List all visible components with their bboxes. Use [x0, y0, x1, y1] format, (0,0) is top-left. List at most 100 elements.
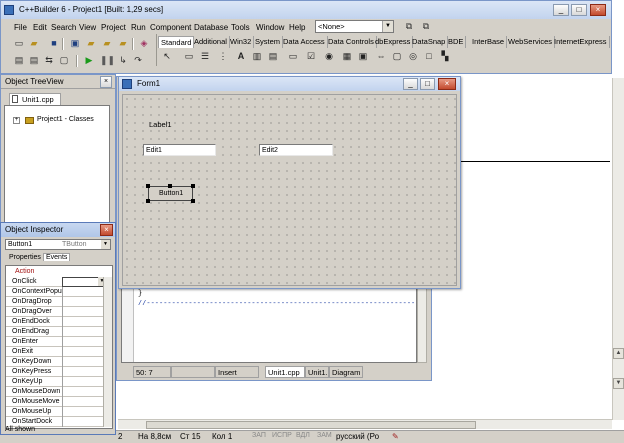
open-project-icon[interactable]: ▰: [84, 36, 98, 50]
config-dropdown[interactable]: <None> ▼: [315, 20, 394, 33]
selection-handle[interactable]: [191, 184, 195, 188]
menu-run[interactable]: Run: [131, 22, 146, 33]
word-status-mode-ext[interactable]: ВДЛ: [296, 432, 310, 439]
palette-tab-datasnap[interactable]: DataSnap: [410, 36, 449, 48]
palette-tab-bde[interactable]: BDE: [446, 36, 467, 48]
word-status-mode-rec[interactable]: ЗАП: [252, 432, 266, 439]
inspector-category-action[interactable]: Action: [15, 268, 34, 275]
toggle-form-unit-icon[interactable]: ⇆: [42, 53, 56, 67]
form-button1[interactable]: Button1: [148, 186, 193, 201]
menu-edit[interactable]: Edit: [33, 22, 47, 33]
popupmenu-icon[interactable]: ⋮: [216, 50, 230, 63]
scrollbar-icon[interactable]: ⇔: [374, 50, 388, 63]
event-row[interactable]: OnEndDrag: [6, 327, 112, 337]
save-all-icon[interactable]: ▣: [68, 36, 82, 50]
menu-project[interactable]: Project: [101, 22, 126, 33]
menu-view[interactable]: View: [79, 22, 96, 33]
expand-icon[interactable]: +: [13, 117, 20, 124]
edit-icon[interactable]: ▥: [250, 50, 264, 63]
palette-tab-system[interactable]: System: [253, 36, 284, 48]
new-form-icon[interactable]: ▢: [57, 53, 71, 67]
event-row[interactable]: OnContextPopu: [6, 287, 112, 297]
label-icon[interactable]: A: [234, 50, 248, 63]
editor-tab-unit1-h[interactable]: Unit1.h: [305, 366, 329, 378]
palette-tab-standard[interactable]: Standard: [158, 36, 195, 48]
mdi-window-icon[interactable]: ⧉: [402, 19, 416, 33]
event-row[interactable]: OnKeyDown: [6, 357, 112, 367]
memo-icon[interactable]: ▤: [266, 50, 280, 63]
frame-icon[interactable]: ▭: [182, 50, 196, 63]
event-row[interactable]: OnDragOver: [6, 307, 112, 317]
actionlist-icon[interactable]: ▚: [438, 50, 452, 63]
selection-handle[interactable]: [168, 184, 172, 188]
event-row[interactable]: OnExit: [6, 347, 112, 357]
selection-handle[interactable]: [146, 199, 150, 203]
event-row[interactable]: OnKeyPress: [6, 367, 112, 377]
event-row[interactable]: OnEndDock: [6, 317, 112, 327]
inspector-tab-events[interactable]: Events: [43, 253, 71, 261]
palette-tab-internetexpress[interactable]: InternetExpress: [552, 36, 610, 48]
groupbox-icon[interactable]: ▢: [390, 50, 404, 63]
palette-tab-webservices[interactable]: WebServices: [506, 36, 556, 48]
palette-tab-data-controls[interactable]: Data Controls: [326, 36, 377, 48]
pointer-icon[interactable]: ↖: [160, 50, 174, 63]
document-horizontal-scrollbar[interactable]: [118, 419, 612, 429]
inspector-tab-properties[interactable]: Properties: [9, 254, 41, 261]
view-unit-icon[interactable]: ▤: [12, 53, 26, 67]
editor-tab-diagram[interactable]: Diagram: [329, 366, 363, 378]
form1-maximize-button[interactable]: □: [420, 78, 435, 90]
tree-item-project[interactable]: Project1 - Classes: [37, 116, 94, 123]
run-icon[interactable]: ▶: [82, 53, 96, 67]
treeview-tab[interactable]: Unit1.cpp: [9, 93, 61, 105]
menu-file[interactable]: File: [14, 22, 27, 33]
event-row-onclick[interactable]: OnClick ▼: [6, 277, 112, 287]
menu-search[interactable]: Search: [51, 22, 76, 33]
mdi-window-icon-2[interactable]: ⧉: [419, 19, 433, 33]
palette-tab-dbexpress[interactable]: dbExpress: [373, 36, 414, 48]
help-icon[interactable]: ◈: [137, 36, 151, 50]
radiobutton-icon[interactable]: ◉: [322, 50, 336, 63]
selection-handle[interactable]: [191, 199, 195, 203]
selection-handle[interactable]: [146, 184, 150, 188]
palette-tab-interbase[interactable]: InterBase: [470, 36, 508, 48]
menu-help[interactable]: Help: [289, 22, 305, 33]
form1-close-button[interactable]: ×: [438, 78, 456, 90]
document-scroll-thumb[interactable]: [146, 421, 476, 429]
menu-database[interactable]: Database: [194, 22, 228, 33]
form-label1[interactable]: Label1: [149, 120, 172, 129]
event-row[interactable]: OnEnter: [6, 337, 112, 347]
code-editor-scrollbar[interactable]: [417, 287, 427, 363]
pause-icon[interactable]: ❚❚: [100, 53, 115, 67]
palette-tab-win32[interactable]: Win32: [228, 36, 255, 48]
form1-design-surface[interactable]: Label1 Edit1 Edit2 Button1: [122, 94, 457, 286]
inspector-object-selector[interactable]: Button1 TButton ▼: [5, 239, 111, 250]
event-row[interactable]: OnMouseDown: [6, 387, 112, 397]
radiogroup-icon[interactable]: ◎: [406, 50, 420, 63]
new-icon[interactable]: ▭: [12, 36, 26, 50]
treeview-tree[interactable]: + Project1 - Classes: [4, 105, 110, 227]
event-row[interactable]: OnDragDrop: [6, 297, 112, 307]
document-vertical-scrollbar[interactable]: ▲ ▼: [612, 78, 624, 420]
word-status-mode-track[interactable]: ИСПР: [272, 432, 292, 439]
event-row[interactable]: OnMouseUp: [6, 407, 112, 417]
panel-icon[interactable]: □: [422, 50, 436, 63]
main-close-button[interactable]: ×: [590, 4, 606, 16]
form1-minimize-button[interactable]: _: [403, 78, 418, 90]
treeview-close-button[interactable]: ×: [100, 76, 112, 88]
document-scroll-up[interactable]: ▲: [613, 348, 624, 359]
main-maximize-button[interactable]: □: [571, 4, 587, 16]
add-file-icon[interactable]: ▰: [100, 36, 114, 50]
listbox-icon[interactable]: ▦: [340, 50, 354, 63]
remove-file-icon[interactable]: ▰: [116, 36, 130, 50]
palette-tab-additional[interactable]: Additional: [192, 36, 230, 48]
combobox-icon[interactable]: ▣: [356, 50, 370, 63]
word-status-mode-ovr[interactable]: ЗАМ: [317, 432, 332, 439]
checkbox-icon[interactable]: ☑: [304, 50, 318, 63]
mainmenu-icon[interactable]: ☰: [198, 50, 212, 63]
menu-window[interactable]: Window: [256, 22, 284, 33]
form-edit1[interactable]: Edit1: [143, 144, 216, 156]
step-over-icon[interactable]: ↷: [131, 53, 145, 67]
form-edit2[interactable]: Edit2: [259, 144, 333, 156]
menu-tools[interactable]: Tools: [231, 22, 250, 33]
open-icon[interactable]: ▰: [27, 36, 41, 50]
